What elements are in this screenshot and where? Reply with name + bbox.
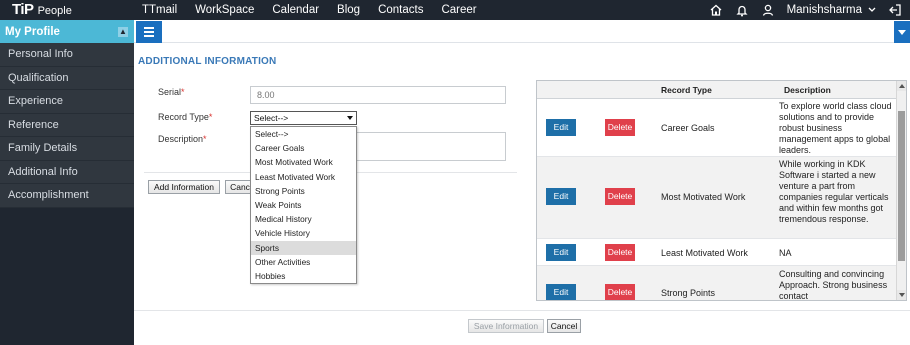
header-description: Description: [784, 85, 831, 95]
nav-ttmail[interactable]: TTmail: [142, 4, 177, 16]
header-record-type: Record Type: [661, 85, 712, 95]
main-content: ADDITIONAL INFORMATION Serial* 8.00 Reco…: [134, 44, 910, 345]
edit-button[interactable]: Edit: [546, 244, 576, 261]
nav-career[interactable]: Career: [441, 4, 476, 16]
nav-workspace[interactable]: WorkSpace: [195, 4, 254, 16]
record-type-cell: Most Motivated Work: [661, 192, 746, 202]
page-title: ADDITIONAL INFORMATION: [138, 56, 277, 67]
table-row: Edit Delete Career Goals To explore worl…: [537, 99, 897, 157]
cancel-button[interactable]: Cancel: [547, 319, 581, 333]
table-row: Edit Delete Most Motivated Work While wo…: [537, 157, 897, 239]
option-sports[interactable]: Sports: [251, 240, 356, 255]
logo-mark: TiP: [12, 1, 34, 18]
chevron-down-icon: [347, 116, 353, 120]
scroll-thumb[interactable]: [898, 111, 905, 261]
edit-button[interactable]: Edit: [546, 284, 576, 300]
sidebar-title: My Profile: [5, 25, 60, 38]
logo-product: People: [37, 5, 72, 17]
nav-contacts[interactable]: Contacts: [378, 4, 423, 16]
record-type-options: Select--> Career Goals Most Motivated Wo…: [250, 126, 357, 285]
record-type-cell: Strong Points: [661, 288, 716, 298]
sidebar-item-qualification[interactable]: Qualification: [0, 66, 134, 90]
sidebar-header: My Profile ▲: [0, 20, 134, 43]
serial-label: Serial*: [158, 87, 185, 97]
sidebar-item-accomplishment[interactable]: Accomplishment: [0, 184, 134, 208]
description-cell: Consulting and convincing Approach. Stro…: [779, 269, 888, 301]
add-information-button[interactable]: Add Information: [148, 180, 220, 194]
option-vehicle-history[interactable]: Vehicle History: [251, 226, 356, 240]
table-header: Record Type Description: [537, 81, 897, 99]
option-other-activities[interactable]: Other Activities: [251, 255, 356, 269]
collapse-icon[interactable]: ▲: [118, 26, 128, 37]
nav-calendar[interactable]: Calendar: [272, 4, 319, 16]
sidebar-item-family-details[interactable]: Family Details: [0, 137, 134, 161]
table-row: Edit Delete Least Motivated Work NA: [537, 239, 897, 266]
bell-icon[interactable]: [735, 3, 749, 17]
option-least-motivated-work[interactable]: Least Motivated Work: [251, 170, 356, 184]
top-navbar: TiP People TTmail WorkSpace Calendar Blo…: [0, 0, 910, 20]
delete-button[interactable]: Delete: [605, 284, 635, 300]
sidebar-item-additional-info[interactable]: Additional Info: [0, 160, 134, 184]
delete-button[interactable]: Delete: [605, 119, 635, 136]
description-label: Description*: [158, 134, 207, 144]
nav-blog[interactable]: Blog: [337, 4, 360, 16]
record-type-cell: Least Motivated Work: [661, 248, 748, 258]
delete-button[interactable]: Delete: [605, 244, 635, 261]
scroll-down-icon[interactable]: [897, 290, 906, 300]
edit-button[interactable]: Edit: [546, 188, 576, 205]
content-toolbar: [134, 20, 910, 43]
save-information-button[interactable]: Save Information: [468, 319, 544, 333]
edit-button[interactable]: Edit: [546, 119, 576, 136]
main-nav: TTmail WorkSpace Calendar Blog Contacts …: [142, 0, 477, 20]
table-scrollbar[interactable]: [896, 81, 906, 300]
menu-toggle-button[interactable]: [136, 21, 162, 43]
home-icon[interactable]: [709, 3, 723, 17]
option-most-motivated-work[interactable]: Most Motivated Work: [251, 155, 356, 169]
tip-people-logo[interactable]: TiP People: [12, 1, 72, 19]
contacts-icon[interactable]: [761, 3, 775, 17]
option-hobbies[interactable]: Hobbies: [251, 269, 356, 283]
option-medical-history[interactable]: Medical History: [251, 212, 356, 226]
chevron-down-icon: [868, 7, 876, 12]
record-type-label: Record Type*: [158, 112, 213, 122]
serial-input[interactable]: 8.00: [250, 86, 506, 104]
option-career-goals[interactable]: Career Goals: [251, 141, 356, 155]
sidebar-item-reference[interactable]: Reference: [0, 113, 134, 137]
profile-sidebar: My Profile ▲ Personal Info Qualification…: [0, 20, 134, 345]
description-cell: To explore world class cloud solutions a…: [779, 101, 892, 155]
delete-button[interactable]: Delete: [605, 188, 635, 205]
option-strong-points[interactable]: Strong Points: [251, 184, 356, 198]
sidebar-item-personal-info[interactable]: Personal Info: [0, 43, 134, 67]
footer-divider: [134, 310, 910, 311]
option-weak-points[interactable]: Weak Points: [251, 198, 356, 212]
description-cell: NA: [779, 248, 792, 258]
scroll-up-icon[interactable]: [897, 81, 906, 91]
user-menu[interactable]: Manishsharma: [787, 4, 876, 16]
logout-icon[interactable]: [888, 3, 902, 17]
record-type-select[interactable]: Select-->: [250, 111, 357, 125]
option-select[interactable]: Select-->: [251, 127, 356, 141]
sidebar-item-experience[interactable]: Experience: [0, 90, 134, 114]
user-name: Manishsharma: [786, 4, 862, 16]
records-table: Record Type Description Edit Delete Care…: [536, 80, 907, 301]
record-type-cell: Career Goals: [661, 123, 715, 133]
top-right-tools: Manishsharma: [709, 0, 902, 20]
table-row: Edit Delete Strong Points Consulting and…: [537, 266, 897, 301]
toolbar-dropdown-button[interactable]: [894, 21, 910, 43]
description-cell: While working in KDK Software i started …: [779, 159, 889, 224]
